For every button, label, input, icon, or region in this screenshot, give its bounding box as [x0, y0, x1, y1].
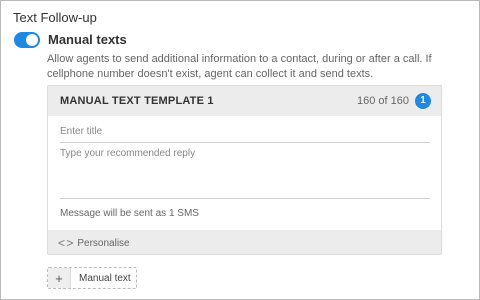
manual-texts-toggle[interactable]	[14, 32, 40, 48]
reply-textarea[interactable]	[60, 148, 430, 199]
template-number-badge: 1	[415, 93, 431, 109]
description-text: Allow agents to send additional informat…	[47, 53, 432, 80]
template-title: MANUAL TEXT TEMPLATE 1	[60, 95, 214, 107]
template-body: Message will be sent as 1 SMS	[48, 116, 441, 230]
section-title: Text Follow-up	[13, 10, 97, 25]
personalise-button[interactable]: < > Personalise	[58, 236, 130, 250]
add-manual-text-button[interactable]: + Manual text	[47, 267, 137, 289]
plus-icon: +	[48, 268, 71, 288]
toggle-knob	[26, 34, 38, 46]
manual-text-template-card: MANUAL TEXT TEMPLATE 1 160 of 160 1 Mess…	[47, 85, 442, 255]
toggle-label: Manual texts	[48, 32, 127, 47]
personalise-label: Personalise	[77, 237, 130, 249]
character-count: 160 of 160	[357, 95, 409, 107]
code-brackets-icon: < >	[58, 236, 73, 250]
sms-count-note: Message will be sent as 1 SMS	[60, 208, 199, 219]
title-input[interactable]	[60, 120, 430, 143]
add-manual-text-label: Manual text	[79, 272, 131, 284]
